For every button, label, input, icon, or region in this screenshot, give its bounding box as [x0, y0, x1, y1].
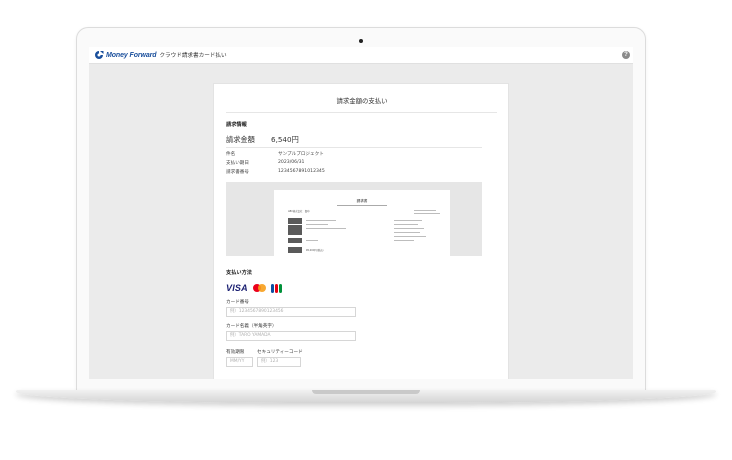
card-number-label: カード番号	[226, 300, 249, 305]
invoice-sender-line	[394, 240, 414, 241]
invoice-doc-title: 請求書	[356, 199, 368, 203]
security-code-label: セキュリティーコード	[257, 350, 303, 355]
invoice-meta-line	[414, 210, 436, 211]
invoice-text-line	[306, 224, 328, 225]
title-divider	[226, 112, 497, 113]
jcb-logo-icon	[270, 283, 283, 293]
card-brand-logos: VISA	[226, 283, 283, 293]
invoice-text-line	[306, 240, 318, 241]
money-forward-logo-icon	[95, 51, 104, 59]
card-number-input[interactable]: 例）1234567890123456	[226, 307, 356, 317]
invoice-sender-line	[394, 228, 424, 229]
invoice-sender-line	[394, 236, 426, 237]
invoice-doc-title-rule	[337, 205, 387, 206]
payment-section-heading: 支払い方法	[226, 270, 252, 276]
invoice-document: 請求書 ABC株式会社 御中 ¥6,000円(税込)	[274, 190, 450, 256]
webcam	[359, 39, 363, 43]
invoice-number-label: 請求書番号	[226, 170, 249, 175]
invoice-total-block	[288, 247, 302, 253]
invoice-preview[interactable]: 請求書 ABC株式会社 御中 ¥6,000円(税込)	[226, 182, 482, 256]
page-title: 請求金額の支払い	[336, 97, 388, 105]
invoice-label-block	[288, 218, 302, 224]
due-date-label: 支払い期日	[226, 161, 249, 166]
security-code-input[interactable]: 例）123	[257, 357, 301, 367]
subject-label: 件名	[226, 152, 236, 157]
invoice-section-heading: 請求情報	[226, 122, 247, 128]
app-logo[interactable]: Money Forward クラウド請求書カード払い	[94, 50, 227, 60]
amount-value: 6,540円	[271, 135, 299, 144]
product-name: クラウド請求書カード払い	[159, 53, 227, 59]
invoice-label-block	[288, 225, 302, 235]
app-header: Money Forward クラウド請求書カード払い ?	[89, 47, 633, 64]
mastercard-logo-icon	[252, 284, 266, 292]
laptop-hinge-notch	[312, 390, 420, 394]
expiry-label: 有効期限	[226, 350, 245, 355]
card-name-label: カード名義（半角英字）	[226, 324, 277, 329]
logo-wordmark: Money Forward	[106, 51, 157, 59]
invoice-text-line	[306, 228, 346, 229]
visa-logo-icon: VISA	[226, 283, 248, 293]
invoice-sender-line	[394, 232, 420, 233]
expiry-input[interactable]: MM/YY	[226, 357, 253, 367]
amount-divider	[226, 147, 482, 148]
laptop-screen: Money Forward クラウド請求書カード払い ? 請求金額の支払い 請求…	[89, 47, 633, 379]
help-icon[interactable]: ?	[622, 51, 630, 59]
invoice-text-line	[306, 220, 336, 221]
invoice-label-block	[288, 238, 302, 243]
card-name-input[interactable]: 例）TARO YAMADA	[226, 331, 356, 341]
payment-panel: 請求金額の支払い 請求情報 請求金額 6,540円 件名 サンプルプロジェクト …	[213, 83, 509, 379]
invoice-number-value: 1234567891012345	[278, 169, 325, 174]
invoice-total-amount: ¥6,000円(税込)	[306, 249, 324, 252]
subject-value: サンプルプロジェクト	[278, 152, 324, 157]
invoice-sender-line	[394, 224, 418, 225]
due-date-value: 2023/06/31	[278, 160, 305, 165]
invoice-meta-line	[414, 213, 440, 214]
amount-label: 請求金額	[226, 135, 255, 144]
invoice-sender-line	[394, 220, 422, 221]
invoice-recipient: ABC株式会社 御中	[288, 210, 310, 213]
